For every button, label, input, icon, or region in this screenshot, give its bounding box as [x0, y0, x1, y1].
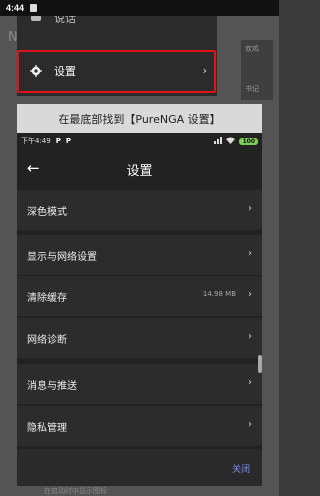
settings-row-display-network[interactable]: 显示与网络设置 ›: [17, 235, 262, 275]
settings-row-label: 网络诊断: [27, 334, 67, 346]
background-side-text-top: 欢鸡: [245, 45, 259, 53]
device-time: 4:44: [6, 3, 25, 13]
signal-icon: [214, 136, 223, 146]
device-status-bar: 4:44: [0, 0, 279, 16]
settings-row-dark-mode[interactable]: 深色模式 ›: [17, 190, 262, 230]
chevron-right-icon: ›: [248, 419, 252, 430]
inner-status-icon-2: P: [65, 137, 72, 145]
page-title: 设置: [126, 163, 153, 179]
dialog-bottom-bar: 关闭: [17, 449, 262, 486]
background-side-text-bottom: 书记: [245, 85, 259, 93]
settings-row-label: 消息与推送: [27, 380, 77, 392]
settings-row-label: 隐私管理: [27, 422, 67, 434]
chevron-right-icon: ›: [248, 331, 252, 342]
battery-indicator: 100: [239, 137, 258, 145]
settings-row-label: 清除缓存: [27, 292, 67, 304]
inner-status-bar: 下午4:49 P P 100: [17, 133, 262, 149]
settings-row-privacy[interactable]: 隐私管理 ›: [17, 406, 262, 446]
notification-icon: [30, 4, 38, 12]
background-footer-text: 在启动时中显示图标: [44, 487, 107, 495]
chevron-right-icon: ›: [248, 203, 252, 214]
inner-status-icon-1: P: [55, 137, 61, 145]
gear-icon: [30, 65, 42, 77]
wifi-icon: [226, 137, 236, 146]
menu-item-settings[interactable]: 设置 ›: [17, 55, 217, 87]
close-button[interactable]: 关闭: [232, 462, 250, 475]
background-side-card: 欢鸡 书记: [241, 40, 273, 100]
settings-row-network-diagnosis[interactable]: 网络诊断 ›: [17, 318, 262, 358]
settings-screenshot: 下午4:49 P P 100 ← 设置 深色模式 › 显示与网络设置 › 清除缓…: [17, 133, 262, 486]
chevron-right-icon: ›: [202, 64, 207, 77]
chevron-right-icon: ›: [248, 377, 252, 388]
instruction-banner: 在最底部找到【PureNGA 设置】: [17, 104, 262, 133]
settings-row-clear-cache[interactable]: 清除缓存 14.98 MB ›: [17, 276, 262, 316]
settings-header: ← 设置: [17, 149, 262, 189]
settings-row-label: 显示与网络设置: [27, 251, 97, 263]
cache-size-value: 14.98 MB: [202, 290, 236, 298]
chevron-right-icon: ›: [248, 248, 252, 259]
scrollbar-handle[interactable]: [258, 355, 262, 373]
menu-item-settings-label: 设置: [54, 65, 76, 78]
inner-status-time: 下午4:49: [21, 137, 51, 145]
chevron-right-icon: ›: [248, 289, 252, 300]
back-arrow-icon[interactable]: ←: [27, 161, 40, 176]
settings-row-label: 深色模式: [27, 206, 67, 218]
dropdown-menu: 说话 设置 ›: [17, 12, 217, 96]
settings-row-messages-push[interactable]: 消息与推送 ›: [17, 364, 262, 404]
